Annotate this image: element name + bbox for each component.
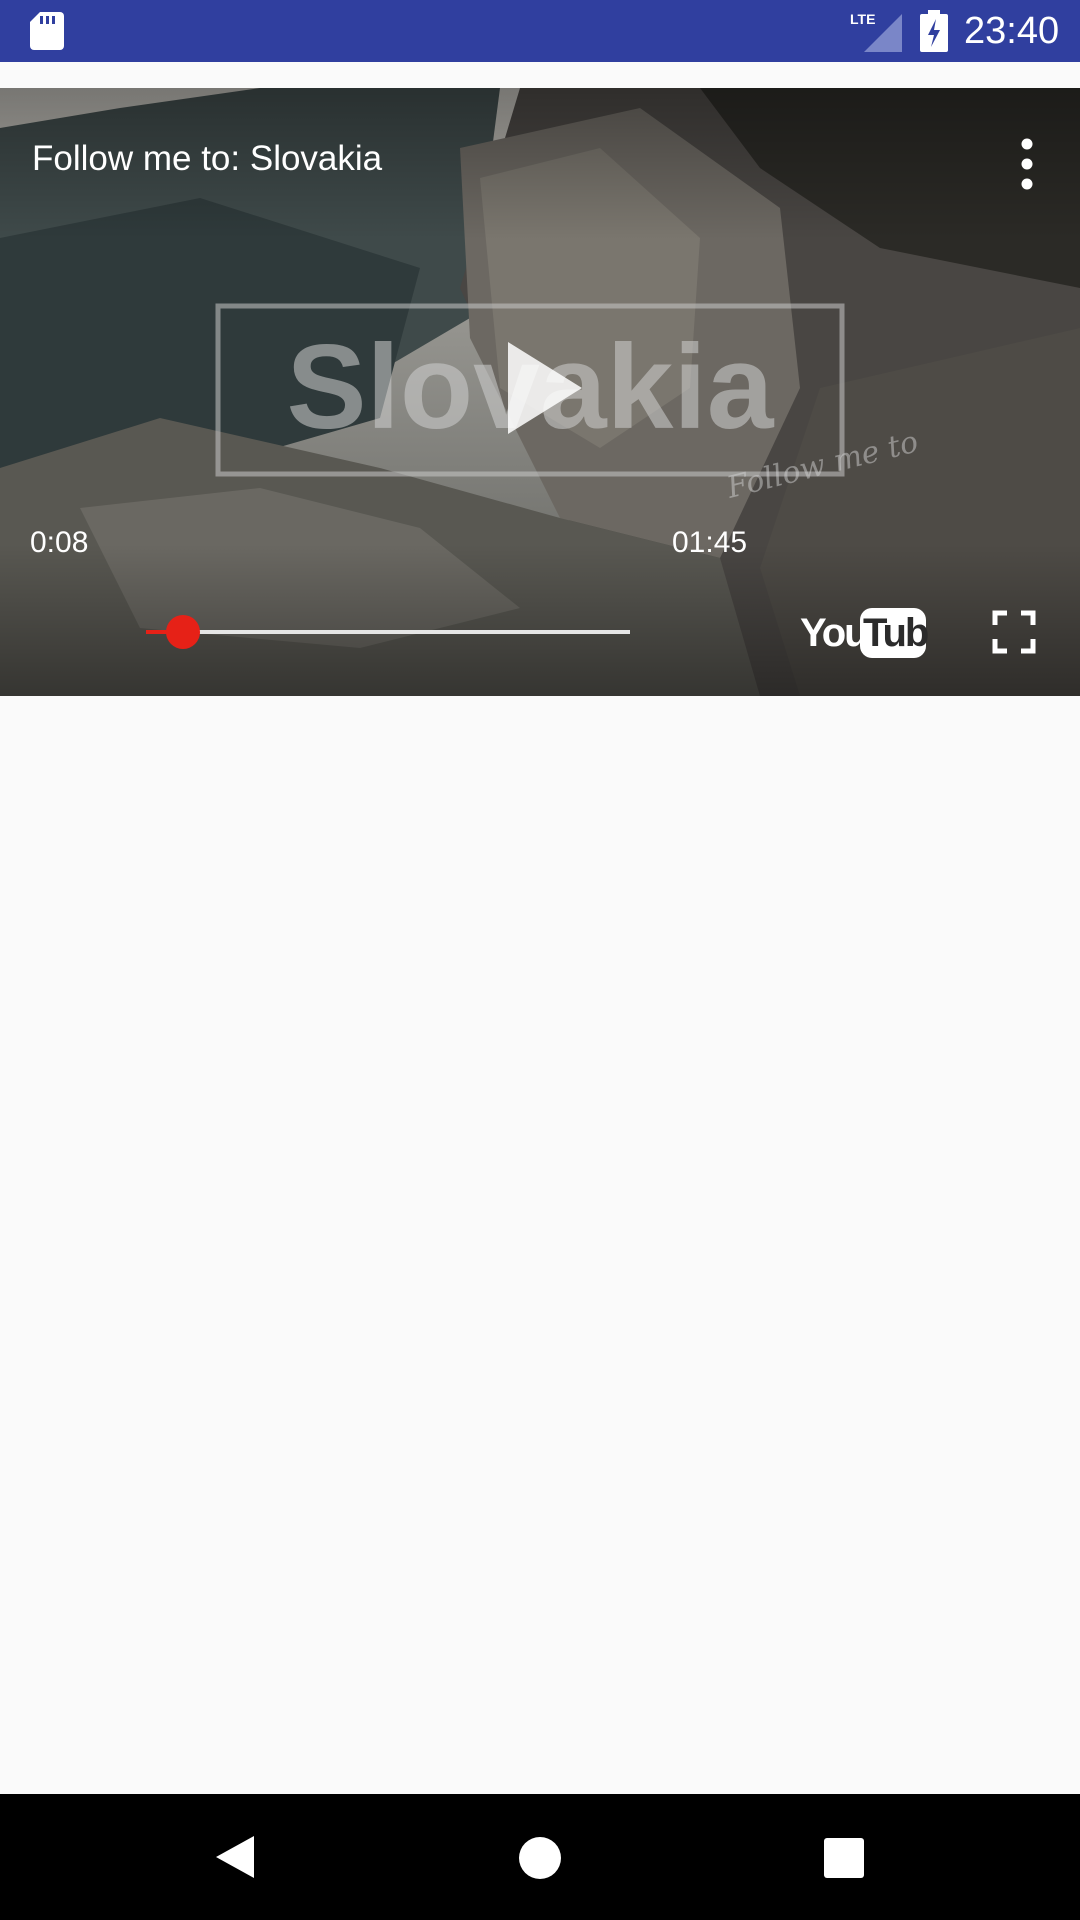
duration: 01:45 xyxy=(672,526,748,559)
content-area xyxy=(0,696,1080,1794)
svg-text:You: You xyxy=(800,611,867,655)
status-clock: 23:40 xyxy=(964,10,1060,52)
fullscreen-icon[interactable] xyxy=(992,610,1036,654)
play-icon[interactable] xyxy=(490,338,590,438)
back-icon[interactable] xyxy=(214,1834,256,1880)
video-title: Follow me to: Slovakia xyxy=(32,139,383,178)
network-type-label: LTE xyxy=(850,11,875,27)
more-vert-icon[interactable] xyxy=(1006,136,1048,192)
status-bar xyxy=(0,0,1080,62)
youtube-logo[interactable]: You Tube xyxy=(798,604,928,660)
seek-thumb[interactable] xyxy=(166,615,200,649)
battery-charging-icon xyxy=(920,10,948,52)
lte-signal-icon: LTE xyxy=(850,11,902,52)
home-icon[interactable] xyxy=(518,1836,562,1880)
recents-icon[interactable] xyxy=(824,1838,864,1878)
seek-bar[interactable] xyxy=(146,630,630,634)
current-time: 0:08 xyxy=(30,526,89,559)
sd-card-icon xyxy=(30,12,64,50)
svg-text:Tube: Tube xyxy=(863,611,928,655)
